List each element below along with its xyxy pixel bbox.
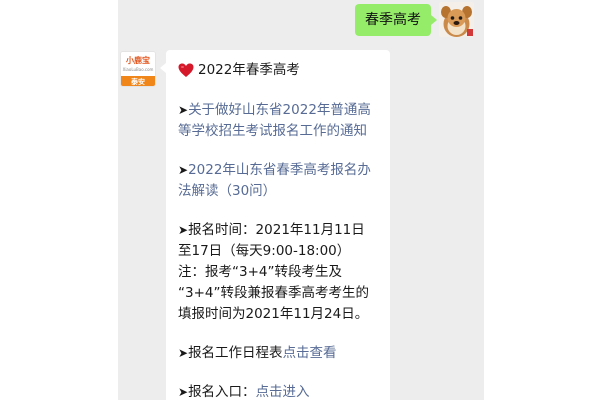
user-avatar[interactable] bbox=[439, 2, 474, 37]
heart-icon bbox=[178, 63, 194, 77]
note-paragraph: 注：报考“3+4”转段考生及 “3+4”转段兼报春季高考考生的填报时间为2021… bbox=[178, 262, 378, 325]
arrow-bullet-icon: ➤ bbox=[178, 385, 189, 399]
schedule-link[interactable]: 点击查看 bbox=[283, 345, 337, 361]
schedule-text: 报名工作日程表 bbox=[188, 345, 283, 361]
arrow-bullet-icon: ➤ bbox=[178, 103, 189, 117]
notice-link-paragraph: ➤关于做好山东省2022年普通高等学校招生考试报名工作的通知 bbox=[178, 100, 378, 142]
interpretation-link[interactable]: 2022年山东省春季高考报名办法解读（30问） bbox=[178, 162, 371, 199]
entry-paragraph: ➤报名入口：点击进入 bbox=[178, 382, 378, 400]
sender-avatar[interactable]: 小鹿宝 XiaoLuBao.com 泰安 bbox=[120, 51, 156, 87]
note-text: 注：报考“3+4”转段考生及 “3+4”转段兼报春季高考考生的填报时间为2021… bbox=[178, 264, 369, 322]
avatar-brand-text: 小鹿宝 bbox=[126, 56, 150, 65]
arrow-bullet-icon: ➤ bbox=[178, 163, 189, 177]
message-title-text: 2022年春季高考 bbox=[198, 61, 300, 78]
arrow-bullet-icon: ➤ bbox=[178, 346, 189, 360]
avatar-logo: 小鹿宝 XiaoLuBao.com bbox=[121, 52, 155, 76]
outgoing-message-bubble[interactable]: 春季高考 bbox=[355, 4, 437, 36]
chat-panel: 春季高考 小鹿宝 XiaoLuBao.com 泰安 2022年春季高考 ➤关于做… bbox=[118, 0, 484, 400]
registration-time-paragraph: ➤报名时间：2021年11月11日至17日（每天9:00-18:00） bbox=[178, 220, 378, 262]
dog-avatar-icon bbox=[439, 2, 474, 37]
outgoing-message-row: 春季高考 bbox=[118, 0, 484, 40]
arrow-bullet-icon: ➤ bbox=[178, 223, 189, 237]
incoming-message-bubble: 2022年春季高考 ➤关于做好山东省2022年普通高等学校招生考试报名工作的通知… bbox=[160, 50, 390, 400]
registration-time-text: 报名时间：2021年11月11日至17日（每天9:00-18:00） bbox=[178, 222, 365, 259]
schedule-paragraph: ➤报名工作日程表点击查看 bbox=[178, 343, 378, 364]
message-title: 2022年春季高考 bbox=[178, 58, 378, 82]
avatar-url-text: XiaoLuBao.com bbox=[122, 67, 154, 72]
entry-link[interactable]: 点击进入 bbox=[256, 384, 310, 400]
avatar-city-label: 泰安 bbox=[121, 76, 155, 86]
entry-text: 报名入口： bbox=[188, 384, 256, 400]
notice-link[interactable]: 关于做好山东省2022年普通高等学校招生考试报名工作的通知 bbox=[178, 102, 371, 139]
interpretation-link-paragraph: ➤2022年山东省春季高考报名办法解读（30问） bbox=[178, 160, 378, 202]
